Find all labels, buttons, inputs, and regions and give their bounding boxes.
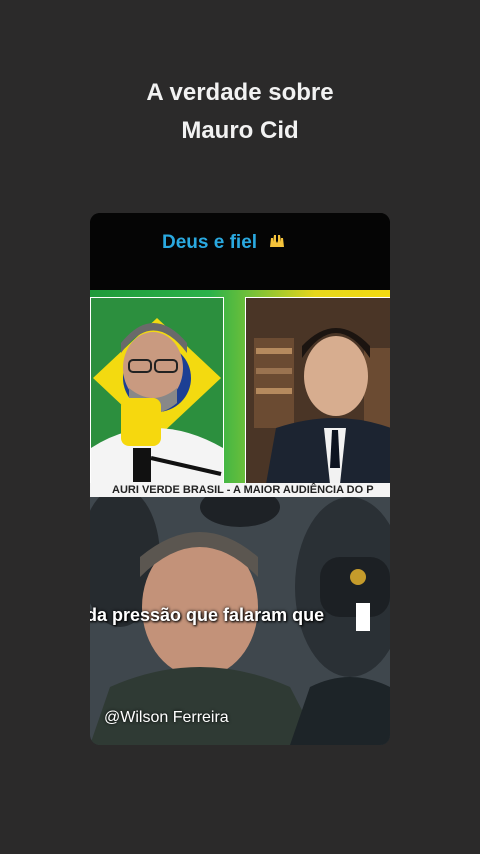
guest-scene xyxy=(246,298,390,484)
lower-video-scene: da pressão que falaram que @Wilson Ferre… xyxy=(90,497,390,745)
raised-hands-icon xyxy=(270,235,285,247)
host-video-panel xyxy=(90,297,224,485)
page-title: A verdade sobre Mauro Cid xyxy=(0,74,480,150)
title-line-2: Mauro Cid xyxy=(181,117,299,144)
top-caption-text: Deus e fiel xyxy=(162,232,258,253)
video-card[interactable]: Deus e fiel AURI VERDE BRASIL - A MAIOR … xyxy=(90,213,390,745)
top-caption-bar: Deus e fiel xyxy=(90,213,390,290)
title-line-1: A verdade sobre xyxy=(146,79,334,106)
video-subtitle: da pressão que falaram que xyxy=(90,605,325,625)
host-scene xyxy=(91,298,223,484)
top-caption: Deus e fiel xyxy=(162,231,287,254)
news-ticker: AURI VERDE BRASIL - A MAIOR AUDIÊNCIA DO… xyxy=(90,483,390,497)
guest-video-panel xyxy=(245,297,390,485)
video-credit: @Wilson Ferreira xyxy=(104,709,229,726)
subtitle-cursor xyxy=(356,603,370,631)
